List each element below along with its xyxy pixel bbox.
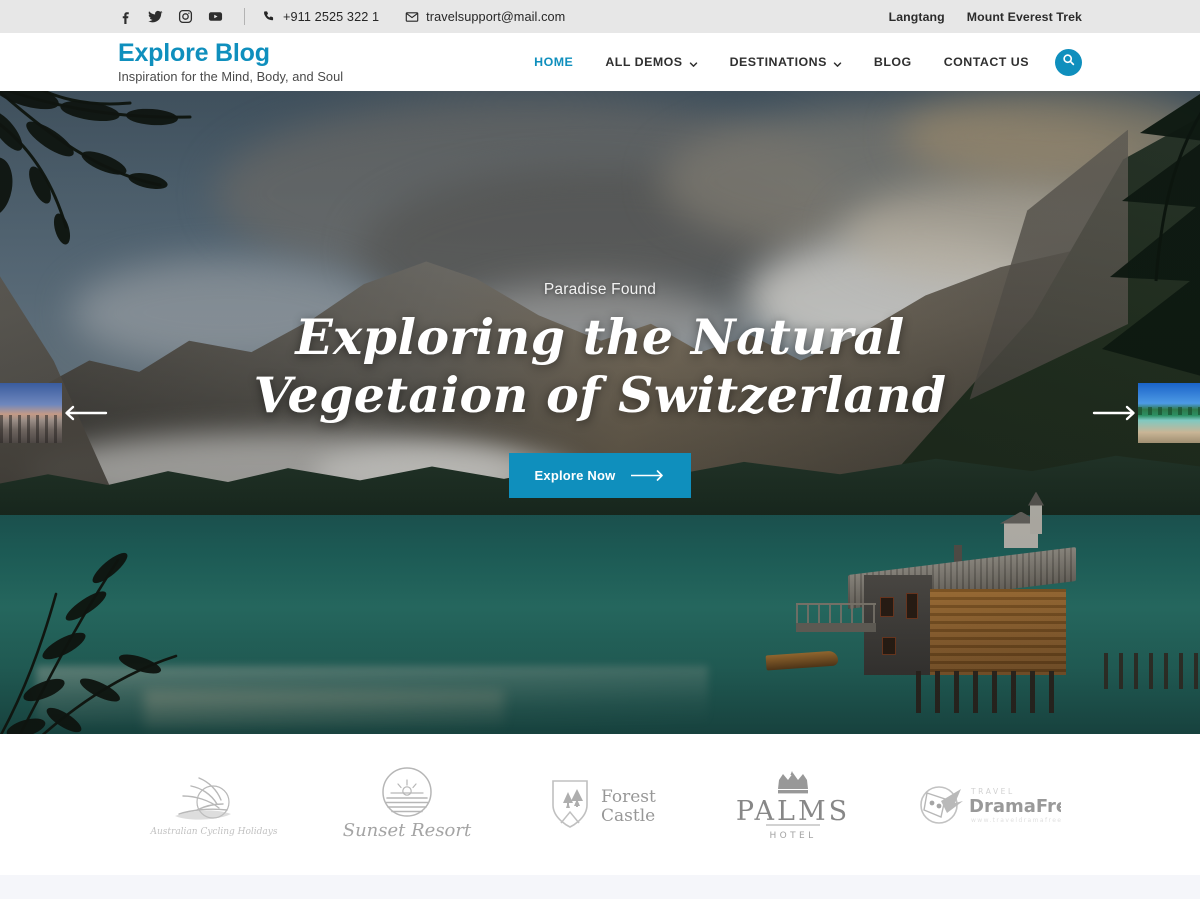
arrow-right-icon bbox=[1092, 402, 1136, 424]
facebook-icon[interactable] bbox=[118, 9, 133, 24]
nav-item-destinations[interactable]: DESTINATIONS bbox=[714, 55, 858, 69]
phone-icon bbox=[263, 10, 276, 23]
brand-name: Explore Blog bbox=[118, 39, 270, 67]
top-link-everest[interactable]: Mount Everest Trek bbox=[967, 10, 1082, 24]
svg-text:Castle: Castle bbox=[601, 806, 655, 826]
search-icon bbox=[1062, 53, 1075, 71]
hero-thumb-prev[interactable] bbox=[0, 382, 62, 443]
svg-text:Forest: Forest bbox=[601, 787, 656, 807]
arrow-left-icon bbox=[64, 402, 108, 424]
search-button[interactable] bbox=[1055, 48, 1082, 76]
nav-item-contact-us[interactable]: CONTACT US bbox=[928, 55, 1045, 69]
explore-now-label: Explore Now bbox=[534, 467, 616, 483]
top-link-langtang[interactable]: Langtang bbox=[889, 10, 945, 24]
hero-prev-control bbox=[0, 382, 110, 443]
travel-dramafree-icon: TRAVEL DramaFree www.traveldramafree.com bbox=[919, 785, 1061, 824]
social-links bbox=[118, 9, 223, 24]
brand-tagline: Inspiration for the Mind, Body, and Soul bbox=[118, 69, 344, 84]
hero-thumb-next[interactable] bbox=[1138, 382, 1200, 443]
svg-text:Sunset Resort: Sunset Resort bbox=[343, 820, 472, 841]
phone-link[interactable]: +911 2525 322 1 bbox=[263, 10, 379, 24]
nav-label-all-demos: ALL DEMOS bbox=[605, 55, 683, 69]
email-address: travelsupport@mail.com bbox=[426, 9, 566, 24]
logo-forest-castle[interactable]: Forest Castle bbox=[504, 775, 697, 835]
explore-now-button[interactable]: Explore Now bbox=[508, 452, 692, 498]
hero-content: Paradise Found Exploring the Natural Veg… bbox=[0, 91, 1200, 734]
brand-logo[interactable]: Explore Blog Inspiration for the Mind, B… bbox=[118, 39, 344, 85]
partner-logos: Australian Cycling Holidays Sunset Resor… bbox=[0, 734, 1200, 875]
instagram-icon[interactable] bbox=[178, 9, 193, 24]
hero-prev-arrow[interactable] bbox=[62, 398, 110, 428]
australian-cycling-holidays-icon: Australian Cycling Holidays bbox=[150, 776, 278, 837]
svg-text:PALMS: PALMS bbox=[736, 796, 850, 827]
nav-item-blog[interactable]: BLOG bbox=[858, 55, 928, 69]
page-bottom-strip bbox=[0, 875, 1200, 899]
palms-hotel-icon: PALMS HOTEL bbox=[736, 770, 850, 841]
nav-label-destinations: DESTINATIONS bbox=[729, 55, 827, 69]
top-bar-links: Langtang Mount Everest Trek bbox=[889, 10, 1082, 24]
logo-travel-dramafree[interactable]: TRAVEL DramaFree www.traveldramafree.com bbox=[889, 779, 1082, 831]
twitter-icon[interactable] bbox=[148, 9, 163, 24]
top-bar-divider bbox=[244, 8, 245, 25]
nav-label-blog: BLOG bbox=[873, 55, 912, 69]
hero-next-control bbox=[1090, 382, 1200, 443]
svg-text:TRAVEL: TRAVEL bbox=[970, 787, 1015, 796]
chevron-down-icon bbox=[689, 58, 698, 67]
svg-text:HOTEL: HOTEL bbox=[769, 831, 816, 841]
top-bar-contact: +911 2525 322 1 travelsupport@mail.com bbox=[263, 10, 565, 24]
nav-item-home[interactable]: HOME bbox=[518, 55, 589, 69]
nav-label-contact-us: CONTACT US bbox=[943, 55, 1029, 69]
svg-text:www.traveldramafree.com: www.traveldramafree.com bbox=[971, 817, 1061, 824]
hero-title: Exploring the Natural Vegetaion of Switz… bbox=[253, 308, 947, 424]
logo-sunset-resort[interactable]: Sunset Resort bbox=[311, 764, 504, 846]
chevron-down-icon bbox=[833, 58, 842, 67]
nav-label-home: HOME bbox=[534, 55, 574, 69]
hero-next-arrow[interactable] bbox=[1090, 398, 1138, 428]
top-bar-left: +911 2525 322 1 travelsupport@mail.com bbox=[118, 8, 565, 25]
hero-slider: Paradise Found Exploring the Natural Veg… bbox=[0, 91, 1200, 734]
svg-text:DramaFree: DramaFree bbox=[969, 796, 1061, 817]
logo-australian-cycling-holidays[interactable]: Australian Cycling Holidays bbox=[118, 766, 311, 844]
forest-castle-icon: Forest Castle bbox=[552, 779, 656, 828]
top-bar: +911 2525 322 1 travelsupport@mail.com L… bbox=[0, 0, 1200, 33]
hero-subtitle: Paradise Found bbox=[543, 281, 657, 299]
logo-palms-hotel[interactable]: PALMS HOTEL bbox=[696, 768, 889, 842]
phone-number: +911 2525 322 1 bbox=[283, 9, 380, 24]
nav-item-all-demos[interactable]: ALL DEMOS bbox=[589, 55, 713, 69]
email-link[interactable]: travelsupport@mail.com bbox=[405, 10, 565, 24]
arrow-right-icon bbox=[631, 470, 665, 481]
main-navigation: HOME ALL DEMOS DESTINATIONS BLOG CONTACT… bbox=[518, 48, 1082, 76]
youtube-icon[interactable] bbox=[208, 9, 223, 24]
site-header: Explore Blog Inspiration for the Mind, B… bbox=[0, 33, 1200, 91]
envelope-icon bbox=[405, 10, 419, 24]
svg-text:Australian Cycling Holidays: Australian Cycling Holidays bbox=[150, 827, 278, 837]
sunset-resort-icon: Sunset Resort bbox=[343, 766, 472, 841]
